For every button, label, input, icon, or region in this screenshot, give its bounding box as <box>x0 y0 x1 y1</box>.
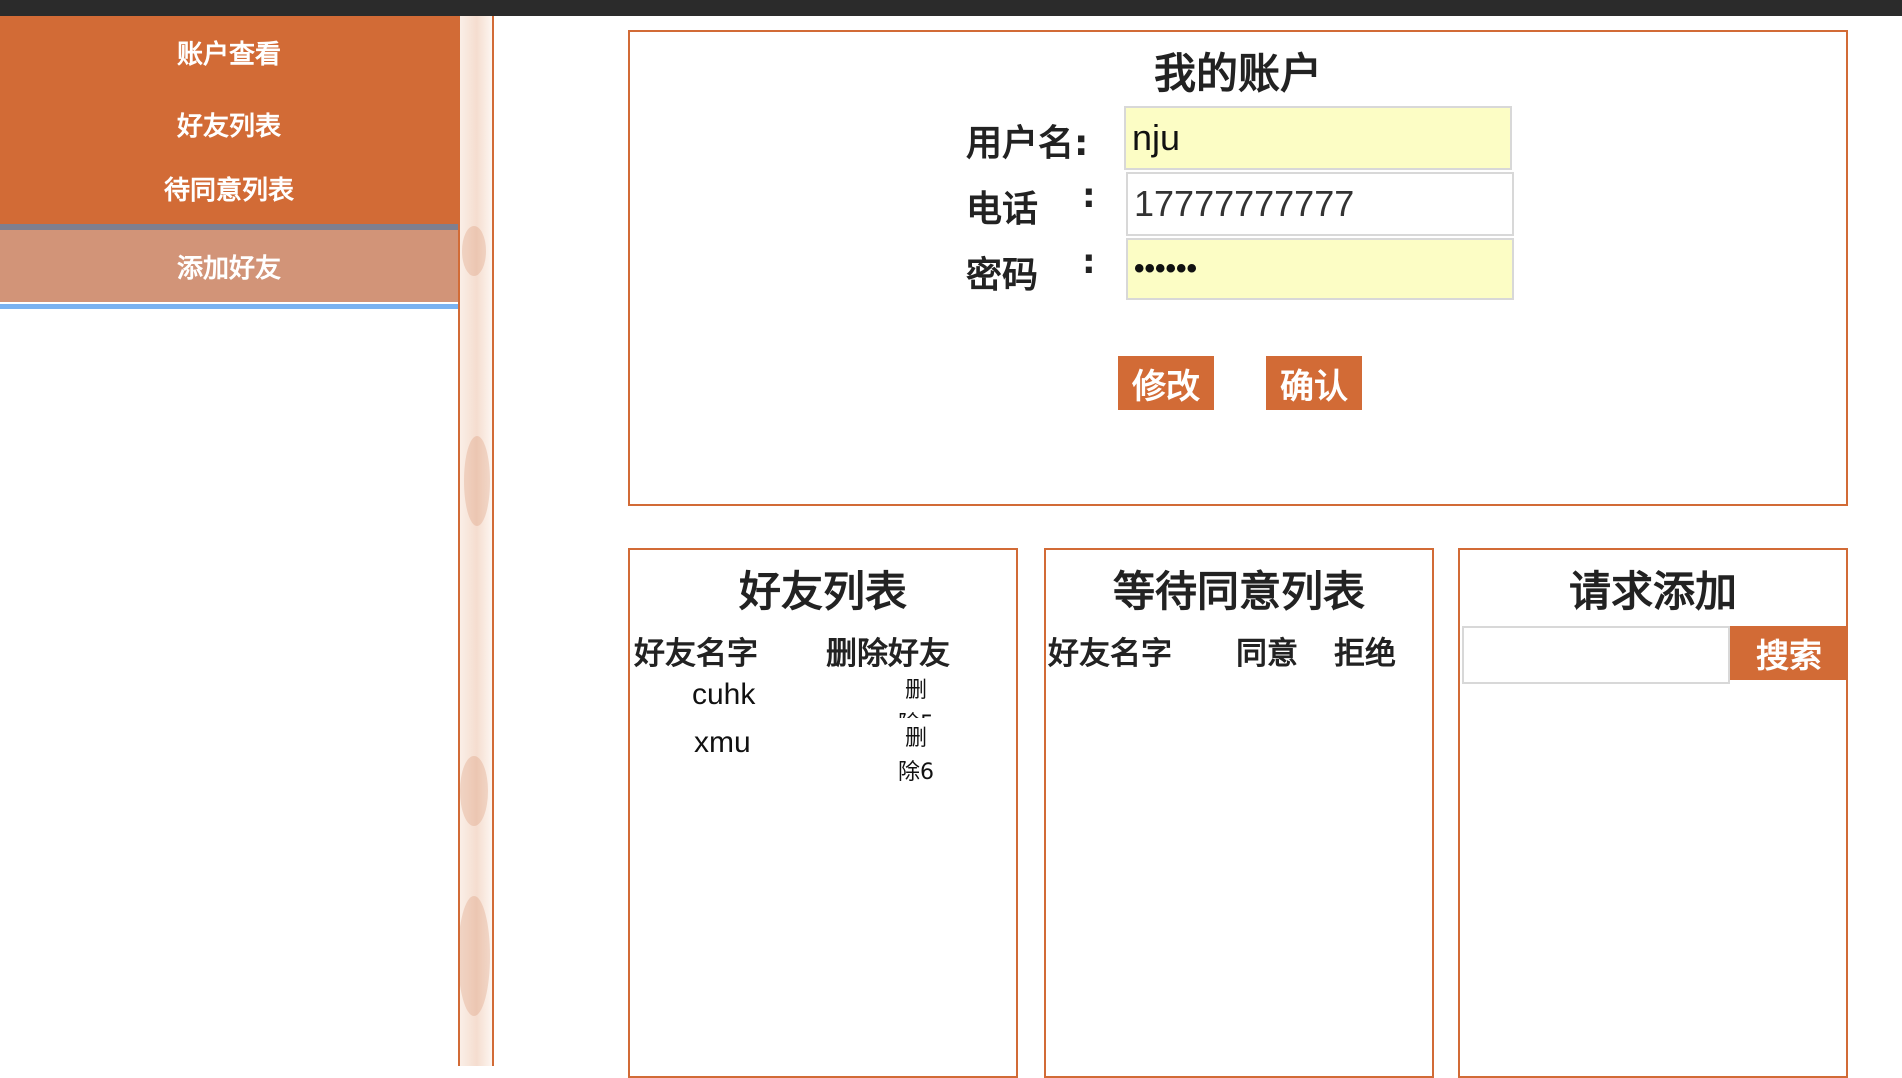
account-panel: 我的账户 用户名: nju 电话 : 17777777777 密码 : ••••… <box>628 30 1848 506</box>
friend-search-input[interactable] <box>1462 626 1730 684</box>
decorative-background-strip <box>458 16 492 1066</box>
request-add-title: 请求添加 <box>1568 567 1737 616</box>
reject-column-header: 拒绝 <box>1334 636 1396 672</box>
pending-list-title: 等待同意列表 <box>1112 567 1365 616</box>
decorative-petal <box>464 436 490 526</box>
sidebar-item-label: 添加好友 <box>176 253 281 284</box>
divider-line <box>458 16 460 1066</box>
sidebar-item-friend-list[interactable]: 好友列表 <box>0 88 458 160</box>
username-label: 用户名: <box>966 123 1089 164</box>
password-field[interactable]: •••••• <box>1126 238 1514 300</box>
delete-friend-link[interactable]: 删除5 <box>896 674 936 718</box>
search-button[interactable]: 搜索 <box>1730 626 1848 680</box>
username-field[interactable]: nju <box>1124 106 1512 170</box>
password-colon: : <box>1082 242 1096 282</box>
delete-friend-link[interactable]: 删除6 <box>896 722 936 794</box>
delete-friend-column-header: 删除好友 <box>826 636 950 672</box>
sidebar-nav: 账户查看 好友列表 待同意列表 <box>0 16 458 228</box>
friend-list-panel: 好友列表 好友名字 删除好友 cuhk 删除5 xmu 删除6 <box>628 548 1018 1078</box>
phone-label: 电话 <box>966 189 1039 230</box>
decorative-petal <box>458 896 490 1016</box>
password-label: 密码 <box>966 255 1039 296</box>
confirm-button[interactable]: 确认 <box>1266 356 1362 410</box>
pending-name-column-header: 好友名字 <box>1048 636 1172 672</box>
account-panel-title: 我的账户 <box>1153 49 1322 98</box>
sidebar-item-label: 好友列表 <box>176 111 281 142</box>
sidebar-item-account-view[interactable]: 账户查看 <box>0 16 458 88</box>
phone-colon: : <box>1082 176 1096 216</box>
sidebar: 账户查看 好友列表 待同意列表 添加好友 <box>0 16 458 1066</box>
sidebar-item-label: 待同意列表 <box>163 175 294 206</box>
sidebar-active-underline <box>0 304 458 309</box>
modify-button[interactable]: 修改 <box>1118 356 1214 410</box>
agree-column-header: 同意 <box>1236 636 1298 672</box>
decorative-petal <box>462 226 486 276</box>
friend-name-column-header: 好友名字 <box>634 636 758 672</box>
friend-name-cell: cuhk <box>692 678 756 711</box>
divider-line <box>492 16 494 1066</box>
browser-top-bar <box>0 0 1902 16</box>
sidebar-item-label: 账户查看 <box>176 39 281 70</box>
friend-name-cell: xmu <box>694 726 751 759</box>
phone-field[interactable]: 17777777777 <box>1126 172 1514 236</box>
decorative-petal <box>460 756 488 826</box>
request-add-panel: 请求添加 搜索 <box>1458 548 1848 1078</box>
sidebar-item-add-friend[interactable]: 添加好友 <box>0 230 458 302</box>
friend-list-title: 好友列表 <box>738 567 907 616</box>
sidebar-item-pending-list[interactable]: 待同意列表 <box>0 152 458 224</box>
pending-list-panel: 等待同意列表 好友名字 同意 拒绝 <box>1044 548 1434 1078</box>
